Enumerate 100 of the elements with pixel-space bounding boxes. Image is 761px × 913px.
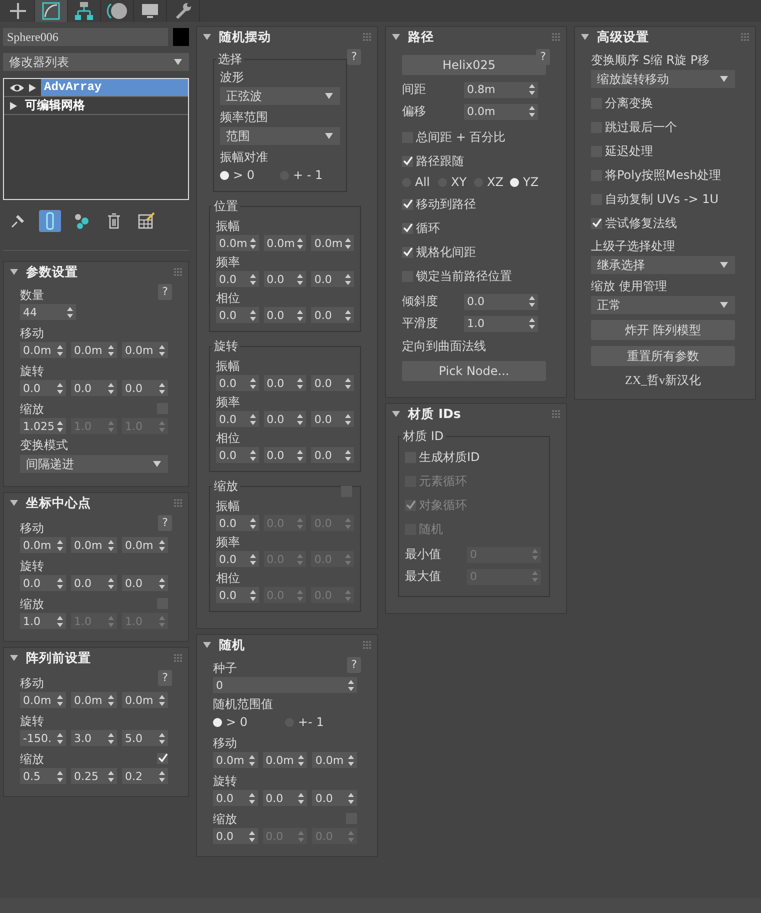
checkbox-label[interactable]: 自动复制 UVs -> 1U — [605, 190, 718, 208]
dropdown[interactable]: 正常 — [591, 296, 735, 314]
checkbox-label[interactable]: 跳过最后一个 — [605, 118, 677, 136]
spinner-field[interactable]: 0.0 — [262, 790, 308, 806]
spinner-field[interactable]: 0.0m — [464, 104, 538, 120]
spinner-field[interactable]: 1.0 — [464, 316, 538, 332]
help-button[interactable]: ? — [347, 657, 361, 673]
dropdown[interactable]: 缩放旋转移动 — [591, 70, 735, 88]
help-button[interactable]: ? — [158, 670, 172, 686]
spinner-field[interactable]: 0.0 — [264, 411, 306, 427]
dropdown[interactable]: 范围 — [220, 127, 340, 145]
rollout-title[interactable]: 阵列前设置 — [26, 650, 166, 666]
rollout-title[interactable]: 路径 — [408, 28, 544, 46]
spinner-field[interactable]: 0.8m — [464, 82, 538, 98]
rollout-title[interactable]: 坐标中心点 — [26, 494, 166, 512]
spinner-field[interactable]: 0.0 — [20, 380, 66, 396]
stack-item-label[interactable]: AdvArray — [41, 79, 188, 96]
spinner-field[interactable]: 0.0 — [264, 375, 306, 391]
spinner-field[interactable]: 1.0 — [20, 613, 66, 629]
radio-label[interactable]: All — [415, 175, 430, 189]
radio-label[interactable]: XZ — [487, 175, 504, 189]
spinner-field[interactable]: 0.0 — [311, 271, 354, 287]
radio-label[interactable]: > 0 — [226, 715, 248, 729]
dropdown[interactable]: 继承选择 — [591, 256, 735, 274]
radio-button[interactable] — [510, 178, 519, 186]
spinner-field[interactable]: 0.0m — [20, 537, 66, 553]
radio-button[interactable] — [220, 170, 229, 180]
spinner-field[interactable]: 0.0 — [71, 575, 117, 591]
spinner-field[interactable]: 0.0 — [216, 551, 259, 567]
spinner-field[interactable]: 0.0m — [216, 235, 259, 251]
spinner-field[interactable]: 0.0m — [213, 752, 258, 768]
spinner-field[interactable]: 0.0m — [20, 692, 66, 708]
panel-tab[interactable] — [35, 0, 68, 22]
radio-label[interactable]: > 0 — [233, 168, 255, 182]
spinner-field[interactable]: 0.0m — [20, 342, 66, 358]
rollout-title[interactable]: 随机 — [219, 636, 355, 654]
dropdown[interactable]: 间隔递进 — [20, 455, 168, 473]
spinner-field[interactable]: 0.0 — [216, 587, 259, 603]
spinner-field[interactable]: 0.0m — [312, 752, 358, 768]
spinner-field[interactable]: 1.025 — [20, 418, 66, 434]
dropdown[interactable]: 正弦波 — [220, 87, 340, 105]
spinner-field[interactable]: 0.0 — [311, 411, 354, 427]
action-button[interactable]: Pick Node... — [402, 361, 546, 381]
spinner-field[interactable]: 0.0m — [71, 692, 117, 708]
spinner-field[interactable]: 44 — [20, 304, 76, 320]
spinner-field[interactable]: 0.0 — [122, 575, 168, 591]
spinner-field[interactable]: 0.0 — [216, 307, 259, 323]
action-button[interactable]: 重置所有参数 — [591, 346, 735, 366]
rollout-title[interactable]: 参数设置 — [26, 264, 166, 280]
checkbox-label[interactable]: 总间距 + 百分比 — [416, 128, 506, 146]
spinner-field[interactable]: 0.0 — [264, 447, 306, 463]
spinner-field[interactable]: 0.0 — [216, 375, 259, 391]
spinner-field[interactable]: 0.0m — [71, 342, 117, 358]
spinner-field[interactable]: 0.0 — [216, 271, 259, 287]
rollout-title[interactable]: 随机摆动 — [219, 28, 355, 46]
spinner-field[interactable]: 0.0 — [264, 271, 306, 287]
spinner-field[interactable]: 0.0 — [216, 447, 259, 463]
spinner-field[interactable]: -150. — [20, 730, 66, 746]
spinner-field[interactable]: 0.0m — [262, 752, 308, 768]
spinner-field[interactable]: 0 — [213, 677, 357, 693]
checkbox-label[interactable]: 生成材质ID — [419, 448, 480, 466]
radio-label[interactable]: XY — [451, 175, 467, 189]
checkbox-label[interactable]: 规格化间距 — [416, 244, 476, 260]
spinner-field[interactable]: 0.0m — [264, 235, 306, 251]
spinner-field[interactable]: 0.0m — [71, 537, 117, 553]
spinner-field[interactable]: 0.0 — [213, 828, 258, 844]
spinner-field[interactable]: 0.0m — [311, 235, 354, 251]
spinner-field[interactable]: 0.0 — [464, 294, 538, 310]
radio-button[interactable] — [213, 718, 222, 726]
help-button[interactable]: ? — [347, 49, 361, 65]
stack-row[interactable]: AdvArray — [4, 79, 188, 97]
spinner-field[interactable]: 0.0 — [213, 790, 258, 806]
object-name-field[interactable]: Sphere006 — [3, 28, 168, 46]
spinner-field[interactable]: 0.0 — [71, 380, 117, 396]
rollout-title[interactable]: 材质 IDs — [408, 406, 544, 422]
action-button[interactable]: 炸开 阵列模型 — [591, 320, 735, 340]
spinner-field[interactable]: 0.25 — [71, 768, 117, 784]
checkbox-label[interactable]: 移动到路径 — [416, 196, 476, 212]
radio-label[interactable]: YZ — [523, 175, 539, 189]
spinner-field[interactable]: 0.0 — [216, 411, 259, 427]
checkbox-label[interactable]: 锁定当前路径位置 — [416, 268, 512, 284]
checkbox-label[interactable]: 分离变换 — [605, 94, 653, 112]
spinner-field[interactable]: 3.0 — [71, 730, 117, 746]
checkbox-label[interactable]: 延迟处理 — [605, 142, 653, 160]
spinner-field[interactable]: 0.0 — [122, 380, 168, 396]
spinner-field[interactable]: 0.0 — [311, 447, 354, 463]
spinner-field[interactable]: 0.0 — [312, 790, 358, 806]
spinner-field[interactable]: 0.5 — [20, 768, 66, 784]
radio-label[interactable]: + - 1 — [293, 168, 323, 182]
spinner-field[interactable]: 0.2 — [122, 768, 168, 784]
checkbox-label[interactable]: 尝试修复法线 — [605, 214, 677, 232]
spinner-field[interactable]: 0.0m — [122, 537, 168, 553]
rollout-title[interactable]: 高级设置 — [597, 28, 733, 46]
help-button[interactable]: ? — [158, 515, 172, 531]
spinner-field[interactable]: 0.0 — [216, 515, 259, 531]
spinner-field[interactable]: 0.0 — [20, 575, 66, 591]
spinner-field[interactable]: 0.0 — [264, 307, 306, 323]
spinner-field[interactable]: 0.0 — [311, 307, 354, 323]
checkbox-label[interactable]: 循环 — [416, 220, 440, 236]
spinner-field[interactable]: 0.0m — [122, 342, 168, 358]
